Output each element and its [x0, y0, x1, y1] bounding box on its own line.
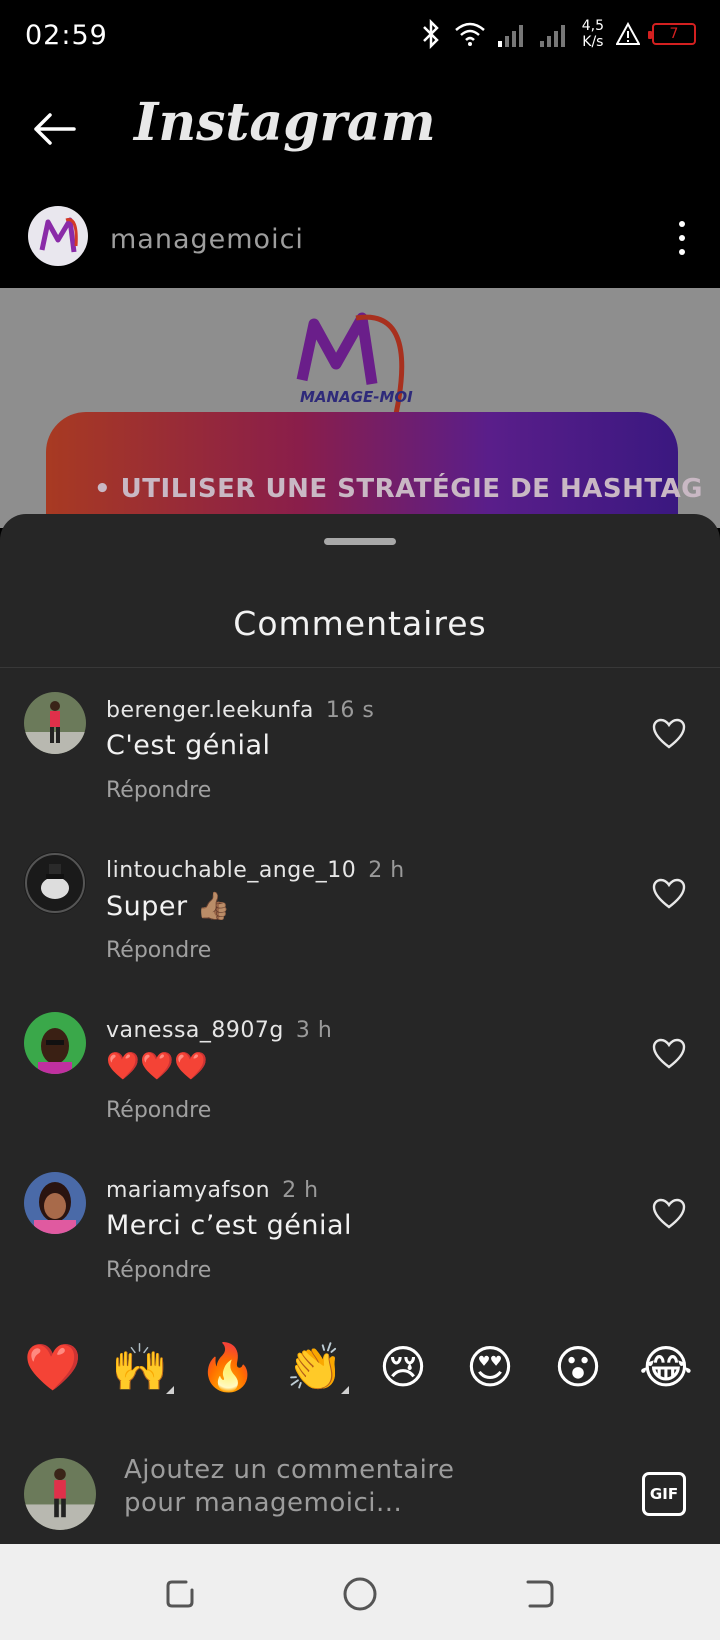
signal-icon — [497, 25, 523, 47]
divider — [0, 667, 720, 668]
signal-icon — [539, 25, 565, 47]
comment-time: 16 s — [325, 698, 375, 723]
comments-sheet: Commentaires berenger.leekunfa 16 s C'est… — [0, 514, 720, 1544]
recents-icon[interactable] — [160, 1574, 200, 1614]
comment-item: berenger.leekunfa 16 s C'est génial Répon… — [0, 692, 720, 842]
comment-item: mariamyafson 2 h Merci c’est génial Répon… — [0, 1172, 720, 1322]
avatar[interactable] — [24, 692, 86, 754]
avatar — [24, 1458, 96, 1530]
comment-username[interactable]: mariamyafson 2 h — [106, 1178, 319, 1203]
username-text[interactable]: berenger.leekunfa — [106, 698, 314, 723]
logo-icon — [39, 217, 78, 253]
status-bar: 02:59 4,5 K/s 7 — [0, 0, 720, 74]
arrow-left-icon[interactable] — [30, 104, 80, 154]
sheet-title: Commentaires — [233, 604, 487, 643]
comment-username[interactable]: berenger.leekunfa 16 s — [106, 698, 374, 723]
comment-input[interactable]: Ajoutez un commentaire pour managemoici.… — [124, 1454, 504, 1520]
comment-text: ❤️❤️❤️ — [106, 1051, 209, 1082]
username-text[interactable]: mariamyafson — [106, 1178, 270, 1203]
drag-handle[interactable] — [324, 538, 396, 545]
navigation-bar — [0, 1544, 720, 1640]
comment-time: 2 h — [368, 858, 405, 883]
avatar[interactable] — [24, 852, 86, 914]
avatar-image — [24, 1172, 86, 1234]
reply-button[interactable]: Répondre — [106, 1258, 211, 1283]
emoji-laughing[interactable]: 😂 — [635, 1336, 697, 1398]
reply-button[interactable]: Répondre — [106, 778, 211, 803]
comment-input-row: Ajoutez un commentaire pour managemoici.… — [0, 1444, 720, 1544]
emoji-fire[interactable]: 🔥 — [197, 1336, 259, 1398]
avatar-image — [24, 852, 86, 914]
emoji-surprised[interactable]: 😮 — [547, 1336, 609, 1398]
comment-username[interactable]: lintouchable_ange_10 2 h — [106, 858, 405, 883]
emoji-bar: ❤️ 🙌 🔥 👏 😢 😍 😮 😂 — [0, 1336, 720, 1398]
emoji-heart[interactable]: ❤️ — [22, 1336, 84, 1398]
battery-icon: 7 — [648, 23, 696, 45]
post-image[interactable]: MANAGE-MOI • UTILISER UNE STRATÉGIE DE H… — [0, 288, 720, 528]
post-username[interactable]: managemoici — [110, 224, 304, 255]
post-banner — [46, 412, 678, 528]
home-icon[interactable] — [340, 1574, 380, 1614]
username-text[interactable]: vanessa_8907g — [106, 1018, 284, 1043]
status-time: 02:59 — [25, 20, 108, 51]
heart-icon[interactable] — [652, 718, 686, 750]
comment-text: Merci c’est génial — [106, 1210, 353, 1241]
network-speed: 4,5 K/s — [582, 18, 604, 50]
heart-icon[interactable] — [652, 1038, 686, 1070]
comment-item: vanessa_8907g 3 h ❤️❤️❤️ Répondre — [0, 1012, 720, 1162]
avatar-image — [24, 1012, 86, 1074]
battery-level: 7 — [669, 26, 679, 42]
speed-value: 4,5 — [581, 18, 604, 34]
comment-username[interactable]: vanessa_8907g 3 h — [106, 1018, 332, 1043]
banner-text: • UTILISER UNE STRATÉGIE DE HASHTAG — [94, 474, 704, 504]
comment-text: C'est génial — [106, 730, 271, 761]
comment-item: lintouchable_ange_10 2 h Super 👍🏽 Répondr… — [0, 852, 720, 1002]
emoji-raising-hands[interactable]: 🙌 — [109, 1336, 171, 1398]
alert-icon — [616, 22, 640, 45]
reply-button[interactable]: Répondre — [106, 1098, 211, 1123]
app-title: Instagram — [134, 92, 436, 153]
comment-time: 3 h — [295, 1018, 333, 1043]
avatar[interactable] — [24, 1012, 86, 1074]
avatar[interactable] — [24, 1172, 86, 1234]
comment-text: Super 👍🏽 — [106, 891, 231, 922]
bluetooth-icon — [422, 19, 439, 49]
skin-tone-indicator — [166, 1386, 174, 1394]
avatar-image — [24, 1458, 96, 1530]
speed-unit: K/s — [582, 34, 604, 50]
wifi-icon — [454, 22, 485, 46]
gif-button[interactable]: GIF — [642, 1472, 686, 1516]
post-header: managemoici — [0, 192, 720, 288]
username-text[interactable]: lintouchable_ange_10 — [106, 858, 356, 883]
comment-time: 2 h — [282, 1178, 319, 1203]
emoji-heart-eyes[interactable]: 😍 — [459, 1336, 521, 1398]
back-icon[interactable] — [520, 1574, 560, 1614]
emoji-crying[interactable]: 😢 — [372, 1336, 434, 1398]
logo-text: MANAGE-MOI — [300, 388, 413, 406]
status-icons: 4,5 K/s 7 — [420, 18, 696, 50]
heart-icon[interactable] — [652, 1198, 686, 1230]
post-avatar[interactable] — [28, 206, 88, 266]
avatar-image — [24, 692, 86, 754]
emoji-clapping[interactable]: 👏 — [284, 1336, 346, 1398]
reply-button[interactable]: Répondre — [106, 938, 211, 963]
more-vertical-icon[interactable] — [672, 218, 692, 258]
skin-tone-indicator — [341, 1386, 349, 1394]
heart-icon[interactable] — [652, 878, 686, 910]
app-header: Instagram — [0, 74, 720, 192]
